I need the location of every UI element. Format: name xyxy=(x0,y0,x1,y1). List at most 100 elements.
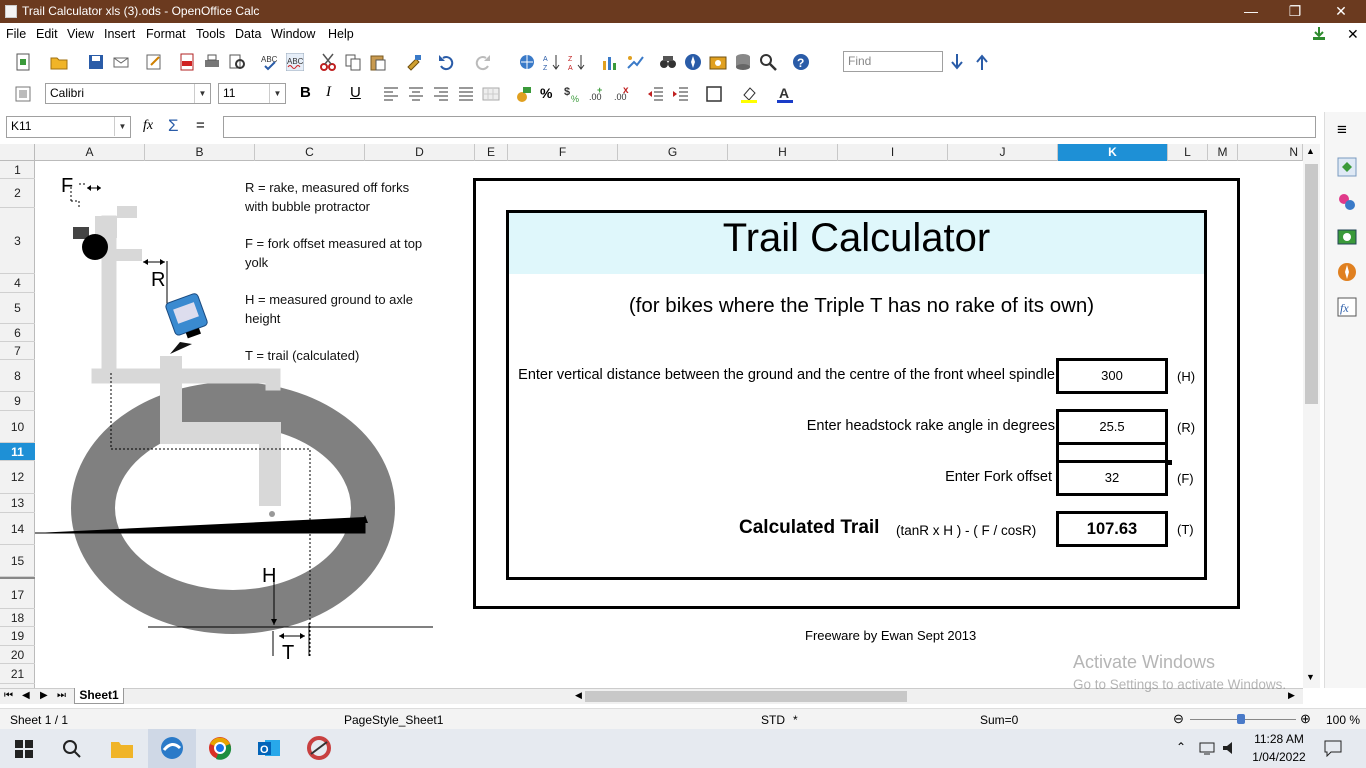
column-header-g[interactable]: G xyxy=(618,144,728,161)
menu-file[interactable]: File xyxy=(6,27,26,41)
paste-icon[interactable] xyxy=(369,53,387,71)
row-header-7[interactable]: 7 xyxy=(0,342,35,360)
column-header-b[interactable]: B xyxy=(145,144,255,161)
chevron-down-icon[interactable]: ▼ xyxy=(114,117,130,136)
app-icon[interactable] xyxy=(307,736,331,760)
zoom-in-icon[interactable]: ⊕ xyxy=(1300,711,1311,727)
row-header-3[interactable]: 3 xyxy=(0,208,35,274)
prev-sheet-icon[interactable]: ◀ xyxy=(22,690,30,701)
italic-icon[interactable]: I xyxy=(326,84,331,101)
horizontal-scroll-thumb[interactable] xyxy=(585,691,907,702)
autospellcheck-icon[interactable]: ABC xyxy=(286,53,304,71)
functions-side-icon[interactable]: fx xyxy=(1337,297,1357,317)
next-sheet-icon[interactable]: ▶ xyxy=(40,690,48,701)
vertical-scrollbar[interactable]: ▲ ▼ xyxy=(1303,144,1320,688)
save-icon[interactable] xyxy=(87,53,105,71)
styles-formatting-icon[interactable] xyxy=(14,85,32,103)
fork-offset-input[interactable]: 32 xyxy=(1056,460,1168,496)
export-pdf-icon[interactable] xyxy=(178,53,196,71)
selected-cell-k11[interactable] xyxy=(1056,443,1168,461)
zoom-slider-thumb[interactable] xyxy=(1237,714,1245,724)
find-next-icon[interactable] xyxy=(948,53,966,71)
row-header-13[interactable]: 13 xyxy=(0,494,35,513)
row-header-15[interactable]: 15 xyxy=(0,545,35,577)
row-header-19[interactable]: 19 xyxy=(0,627,35,646)
row-header-5[interactable]: 5 xyxy=(0,293,35,324)
standard-format-icon[interactable]: $% xyxy=(564,85,582,103)
vertical-scroll-thumb[interactable] xyxy=(1305,164,1318,404)
find-input[interactable]: Find xyxy=(843,51,943,72)
scroll-down-icon[interactable]: ▼ xyxy=(1306,672,1315,682)
sheet-grid[interactable]: F R H T R = rake, measured off forks wit… xyxy=(35,161,1303,688)
find-replace-icon[interactable] xyxy=(659,53,677,71)
undo-icon[interactable] xyxy=(437,53,455,71)
column-header-n[interactable]: N xyxy=(1238,144,1303,161)
column-header-e[interactable]: E xyxy=(475,144,508,161)
column-header-d[interactable]: D xyxy=(365,144,475,161)
navigator-side-icon[interactable] xyxy=(1337,262,1357,282)
redo-icon[interactable] xyxy=(474,53,492,71)
first-sheet-icon[interactable]: ⏮ xyxy=(4,690,13,701)
bold-icon[interactable]: B xyxy=(300,84,311,101)
name-box[interactable]: K11 ▼ xyxy=(6,116,131,138)
font-color-icon[interactable]: A xyxy=(776,85,794,103)
percent-format-icon[interactable]: % xyxy=(540,85,552,101)
row-header-20[interactable]: 20 xyxy=(0,646,35,664)
function-icon[interactable]: = xyxy=(196,117,205,134)
background-color-icon[interactable] xyxy=(740,85,758,103)
cut-icon[interactable] xyxy=(319,53,337,71)
windows-start-icon[interactable] xyxy=(15,740,33,758)
sort-descending-icon[interactable]: ZA xyxy=(568,53,586,71)
row-header-12[interactable]: 12 xyxy=(0,461,35,494)
justify-icon[interactable] xyxy=(457,85,475,103)
page-preview-icon[interactable] xyxy=(228,53,246,71)
show-draw-functions-icon[interactable] xyxy=(626,53,644,71)
column-header-f[interactable]: F xyxy=(508,144,618,161)
chrome-icon[interactable] xyxy=(208,736,232,760)
column-header-c[interactable]: C xyxy=(255,144,365,161)
update-download-icon[interactable] xyxy=(1311,26,1327,42)
menu-view[interactable]: View xyxy=(67,27,94,41)
column-header-l[interactable]: L xyxy=(1168,144,1208,161)
menu-window[interactable]: Window xyxy=(271,27,315,41)
sort-ascending-icon[interactable]: AZ xyxy=(543,53,561,71)
spellcheck-icon[interactable]: ABC xyxy=(261,53,279,71)
edit-file-icon[interactable] xyxy=(145,53,163,71)
gallery-icon[interactable] xyxy=(709,53,727,71)
scroll-left-icon[interactable]: ◀ xyxy=(575,690,582,701)
column-header-h[interactable]: H xyxy=(728,144,838,161)
clock-date[interactable]: 1/04/2022 xyxy=(1248,750,1310,764)
file-explorer-icon[interactable] xyxy=(110,739,134,759)
row-header-14[interactable]: 14 xyxy=(0,513,35,545)
menu-format[interactable]: Format xyxy=(146,27,186,41)
navigator-icon[interactable] xyxy=(684,53,702,71)
chevron-down-icon[interactable]: ▼ xyxy=(269,84,285,103)
copy-icon[interactable] xyxy=(344,53,362,71)
styles-icon[interactable] xyxy=(1337,192,1357,212)
clock-time[interactable]: 11:28 AM xyxy=(1252,732,1306,746)
currency-format-icon[interactable] xyxy=(514,85,532,103)
menu-edit[interactable]: Edit xyxy=(36,27,58,41)
network-icon[interactable] xyxy=(1199,741,1215,755)
properties-icon[interactable] xyxy=(1337,157,1357,177)
row-header-6[interactable]: 6 xyxy=(0,324,35,342)
column-header-k[interactable]: K xyxy=(1058,144,1168,161)
close-button[interactable]: ✕ xyxy=(1318,0,1364,23)
decrease-indent-icon[interactable] xyxy=(647,85,665,103)
restore-button[interactable]: ❐ xyxy=(1272,0,1318,23)
status-selection-mode[interactable]: STD xyxy=(761,713,785,727)
row-header-9[interactable]: 9 xyxy=(0,392,35,411)
font-name-select[interactable]: Calibri ▼ xyxy=(45,83,211,104)
close-document-icon[interactable]: ✕ xyxy=(1347,26,1359,43)
openoffice-taskbar-icon[interactable] xyxy=(160,736,184,760)
align-right-icon[interactable] xyxy=(432,85,450,103)
status-zoom[interactable]: 100 % xyxy=(1326,713,1360,727)
last-sheet-icon[interactable]: ⏭ xyxy=(57,690,66,701)
delete-decimal-icon[interactable]: .00x xyxy=(614,85,632,103)
font-size-select[interactable]: 11 ▼ xyxy=(218,83,286,104)
height-input[interactable]: 300 xyxy=(1056,358,1168,394)
row-header-11[interactable]: 11 xyxy=(0,443,35,461)
notifications-icon[interactable] xyxy=(1324,740,1342,757)
scroll-up-icon[interactable]: ▲ xyxy=(1306,146,1315,156)
function-wizard-icon[interactable]: fx xyxy=(143,118,153,134)
